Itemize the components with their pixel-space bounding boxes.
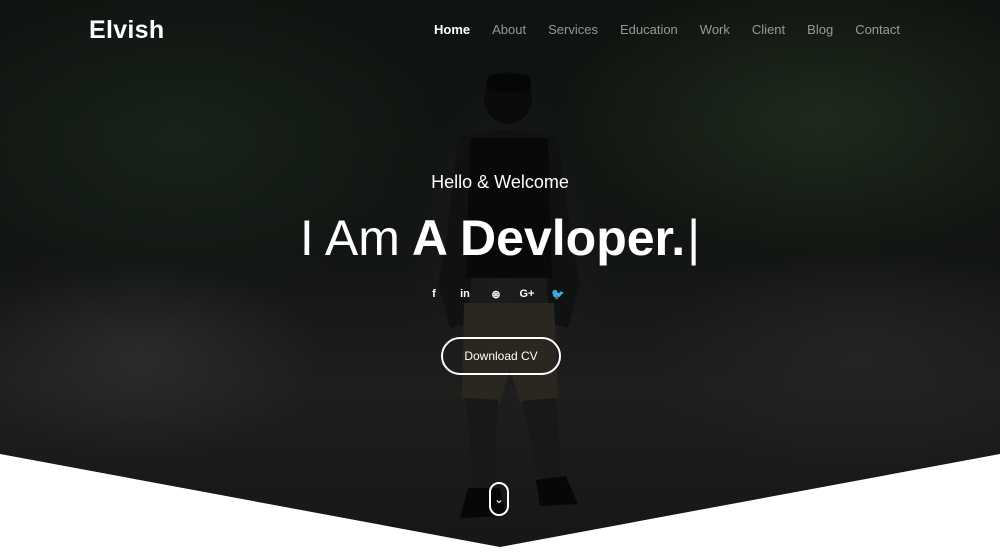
headline-prefix: I Am xyxy=(299,210,400,266)
bottom-angled-divider xyxy=(0,454,1000,557)
nav-education[interactable]: Education xyxy=(620,22,678,37)
twitter-icon[interactable]: 🐦 xyxy=(550,288,566,301)
chevron-down-icon: ⌄ xyxy=(493,492,505,506)
nav-services[interactable]: Services xyxy=(548,22,598,37)
download-cv-button[interactable]: Download CV xyxy=(441,337,561,375)
nav-work[interactable]: Work xyxy=(700,22,730,37)
hero-greeting: Hello & Welcome xyxy=(431,172,569,192)
typing-cursor: | xyxy=(687,210,701,266)
nav-home[interactable]: Home xyxy=(434,22,470,37)
dribbble-icon[interactable]: ⊛ xyxy=(488,288,504,301)
scroll-down-button[interactable]: ⌄ xyxy=(489,482,509,516)
nav-contact[interactable]: Contact xyxy=(855,22,900,37)
google-plus-icon[interactable]: G+ xyxy=(519,288,535,301)
hero-section: Elvish Home About Services Education Wor… xyxy=(0,0,1000,557)
nav-client[interactable]: Client xyxy=(752,22,785,37)
facebook-icon[interactable]: f xyxy=(426,288,442,301)
social-links: f in ⊛ G+ 🐦 xyxy=(426,288,566,301)
linkedin-icon[interactable]: in xyxy=(457,288,473,301)
site-logo[interactable]: Elvish xyxy=(89,16,164,45)
headline-role: A Devloper. xyxy=(411,210,686,266)
nav-about[interactable]: About xyxy=(492,22,526,37)
nav-blog[interactable]: Blog xyxy=(807,22,833,37)
main-navigation: Home About Services Education Work Clien… xyxy=(434,22,900,37)
hero-headline: I Am A Devloper.| xyxy=(0,206,1000,270)
